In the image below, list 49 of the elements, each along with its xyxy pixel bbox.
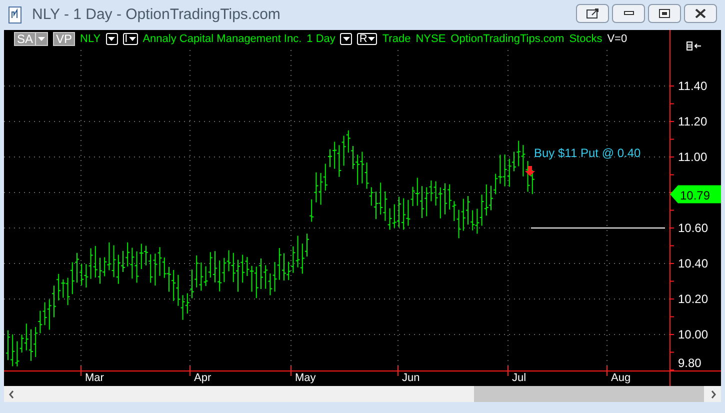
scrollbar-thumb[interactable] — [474, 386, 704, 402]
down-arrow-icon — [525, 166, 535, 176]
dropdown-button[interactable]: R — [357, 33, 378, 45]
month-label: Mar — [85, 372, 104, 384]
toolbar-label: NYSE — [416, 32, 446, 47]
month-label: Aug — [611, 372, 631, 384]
trade-annotation: Buy $11 Put @ 0.40 — [534, 146, 641, 160]
popout-icon — [586, 8, 600, 18]
price-label: 10.00 — [678, 328, 708, 342]
panel-menu-icon[interactable] — [686, 42, 702, 50]
horizontal-scrollbar[interactable] — [4, 386, 721, 402]
maximize-button[interactable] — [648, 4, 681, 22]
minimize-button[interactable] — [612, 4, 645, 22]
month-label: Jun — [402, 372, 420, 384]
price-label: 10.60 — [678, 221, 708, 235]
volume-label: V=0 — [607, 32, 628, 47]
maximize-icon — [659, 8, 670, 18]
app-icon — [8, 6, 24, 24]
price-label: 11.00 — [678, 150, 708, 164]
popout-button[interactable] — [576, 4, 609, 22]
close-icon — [695, 8, 706, 18]
last-price-tag: 10.79 — [670, 185, 721, 204]
dropdown-button[interactable]: I — [122, 33, 138, 45]
price-label: 11.40 — [678, 79, 708, 93]
caret-icon — [108, 37, 116, 41]
toolbar-label: OptionTradingTips.com — [450, 32, 564, 47]
dropdown-button[interactable] — [340, 33, 352, 45]
toolbar-label: 1 Day — [306, 32, 336, 47]
scroll-left-icon[interactable] — [8, 390, 15, 398]
caret-icon — [342, 37, 350, 41]
caret-icon — [368, 37, 376, 41]
toolbar-label: Annaly Capital Management Inc. — [142, 32, 302, 47]
close-button[interactable] — [684, 4, 717, 22]
price-label: 11.20 — [678, 114, 708, 128]
month-label: Jul — [512, 372, 526, 384]
caret-icon — [128, 37, 136, 41]
minimize-icon — [624, 11, 634, 15]
price-label: 9.80 — [678, 356, 702, 370]
caret-icon — [38, 37, 46, 41]
toolbar-label: NLY — [80, 32, 101, 47]
toolbar-label: Trade — [382, 32, 411, 47]
price-label: 10.40 — [678, 256, 708, 270]
scroll-right-icon[interactable] — [710, 390, 717, 398]
price-label: 10.20 — [678, 292, 708, 306]
window-title: NLY - 1 Day - OptionTradingTips.com — [32, 4, 280, 25]
dropdown-button[interactable] — [106, 33, 118, 45]
month-label: May — [295, 372, 316, 384]
toolbar-label: Stocks — [569, 32, 602, 47]
month-label: Apr — [194, 372, 212, 384]
